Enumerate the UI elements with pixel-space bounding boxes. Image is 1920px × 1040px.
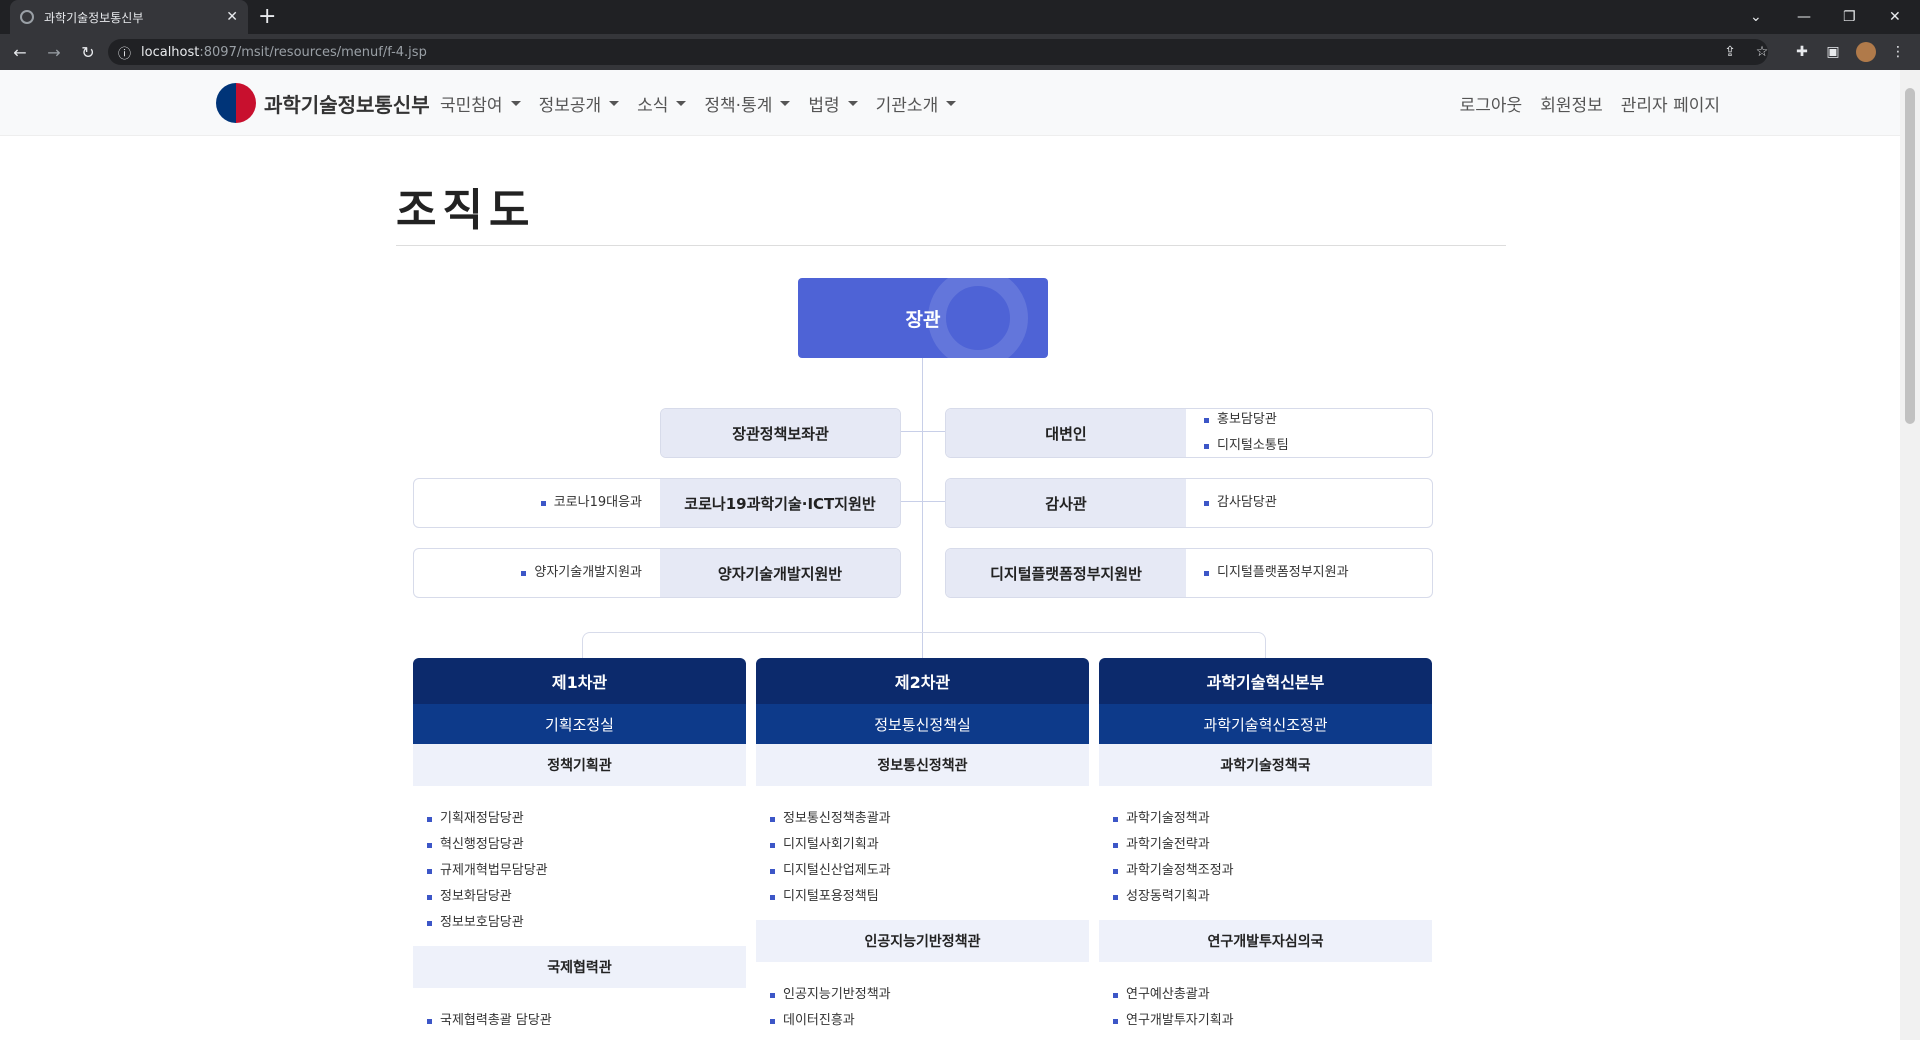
connector-line bbox=[900, 431, 945, 432]
division-item[interactable]: 과학기술전략과 bbox=[1113, 832, 1432, 858]
office-head[interactable]: 기획조정실 bbox=[413, 704, 746, 744]
division-item[interactable]: 국제협력총괄 담당관 bbox=[427, 1008, 746, 1034]
staff-unit[interactable]: 양자기술개발지원반 양자기술개발지원과 bbox=[413, 548, 901, 598]
division-item[interactable]: 정보보호담당관 bbox=[427, 910, 746, 936]
emblem-watermark-icon bbox=[928, 278, 1028, 358]
staff-unit[interactable]: 대변인 홍보담당관 디지털소통팀 bbox=[945, 408, 1433, 458]
office-head[interactable]: 정보통신정책실 bbox=[756, 704, 1089, 744]
staff-subunits: 홍보담당관 디지털소통팀 bbox=[1186, 409, 1432, 457]
division-list: 국제협력총괄 담당관 bbox=[413, 988, 746, 1040]
division-item[interactable]: 기획재정담당관 bbox=[427, 806, 746, 832]
connector-bracket bbox=[582, 632, 1266, 658]
vice-minister-head[interactable]: 과학기술혁신본부 bbox=[1099, 658, 1432, 704]
minister-box[interactable]: 장관 bbox=[798, 278, 1048, 358]
office-head[interactable]: 과학기술혁신조정관 bbox=[1099, 704, 1432, 744]
staff-subunits: 감사담당관 bbox=[1186, 479, 1432, 527]
division-list: 연구예산총괄과 연구개발투자기획과 bbox=[1099, 962, 1432, 1040]
division-list: 인공지능기반정책과 데이터진흥과 bbox=[756, 962, 1089, 1040]
division-item[interactable]: 디지털신산업제도과 bbox=[770, 858, 1089, 884]
bureau-head[interactable]: 정책기획관 bbox=[413, 744, 746, 786]
staff-unit-head: 대변인 bbox=[946, 409, 1186, 457]
connector-line bbox=[922, 358, 923, 658]
division-list: 과학기술정책과 과학기술전략과 과학기술정책조정과 성장동력기획과 bbox=[1099, 786, 1432, 920]
division-item[interactable]: 연구예산총괄과 bbox=[1113, 982, 1432, 1008]
vice-minister-head[interactable]: 제2차관 bbox=[756, 658, 1089, 704]
staff-unit-head: 감사관 bbox=[946, 479, 1186, 527]
division-item[interactable]: 과학기술정책조정과 bbox=[1113, 858, 1432, 884]
division-item[interactable]: 인공지능기반정책과 bbox=[770, 982, 1089, 1008]
connector-line bbox=[900, 501, 945, 502]
vice-minister-head[interactable]: 제1차관 bbox=[413, 658, 746, 704]
division-item[interactable]: 연구개발투자기획과 bbox=[1113, 1008, 1432, 1034]
division-list: 기획재정담당관 혁신행정담당관 규제개혁법무담당관 정보화담당관 정보보호담당관 bbox=[413, 786, 746, 946]
bureau-head[interactable]: 국제협력관 bbox=[413, 946, 746, 988]
subunit-item[interactable]: 홍보담당관 bbox=[1204, 409, 1414, 433]
division-item[interactable]: 데이터진흥과 bbox=[770, 1008, 1089, 1034]
vice-minister-column: 과학기술혁신본부 과학기술혁신조정관 과학기술정책국 과학기술정책과 과학기술전… bbox=[1099, 658, 1432, 1040]
minister-label: 장관 bbox=[905, 308, 941, 331]
bureau-head[interactable]: 정보통신정책관 bbox=[756, 744, 1089, 786]
division-item[interactable]: 디지털포용정책팀 bbox=[770, 884, 1089, 910]
division-list: 정보통신정책총괄과 디지털사회기획과 디지털신산업제도과 디지털포용정책팀 bbox=[756, 786, 1089, 920]
division-item[interactable]: 과학기술정책과 bbox=[1113, 806, 1432, 832]
division-item[interactable]: 규제개혁법무담당관 bbox=[427, 858, 746, 884]
division-item[interactable]: 정보통신정책총괄과 bbox=[770, 806, 1089, 832]
subunit-item[interactable]: 디지털플랫폼정부지원과 bbox=[1204, 560, 1414, 586]
subunit-item[interactable]: 코로나19대응과 bbox=[541, 490, 642, 516]
subunit-item[interactable]: 양자기술개발지원과 bbox=[521, 560, 642, 586]
staff-unit[interactable]: 장관정책보좌관 bbox=[660, 408, 901, 458]
staff-unit[interactable]: 감사관 감사담당관 bbox=[945, 478, 1433, 528]
staff-unit-head: 양자기술개발지원반 bbox=[660, 549, 900, 597]
division-item[interactable]: 성장동력기획과 bbox=[1113, 884, 1432, 910]
staff-subunits: 디지털플랫폼정부지원과 bbox=[1186, 549, 1432, 597]
vice-minister-column: 제1차관 기획조정실 정책기획관 기획재정담당관 혁신행정담당관 규제개혁법무담… bbox=[413, 658, 746, 1040]
staff-unit[interactable]: 디지털플랫폼정부지원반 디지털플랫폼정부지원과 bbox=[945, 548, 1433, 598]
division-item[interactable]: 혁신행정담당관 bbox=[427, 832, 746, 858]
staff-subunits: 양자기술개발지원과 bbox=[414, 549, 660, 597]
subunit-item[interactable]: 디지털소통팀 bbox=[1204, 433, 1414, 457]
vice-minister-column: 제2차관 정보통신정책실 정보통신정책관 정보통신정책총괄과 디지털사회기획과 … bbox=[756, 658, 1089, 1040]
division-item[interactable]: 정보화담당관 bbox=[427, 884, 746, 910]
division-item[interactable]: 디지털사회기획과 bbox=[770, 832, 1089, 858]
bureau-head[interactable]: 연구개발투자심의국 bbox=[1099, 920, 1432, 962]
staff-unit[interactable]: 코로나19과학기술·ICT지원반 코로나19대응과 bbox=[413, 478, 901, 528]
org-chart: 장관 장관정책보좌관 코로나19과학기술·ICT지원반 코로나19대응과 양자기… bbox=[0, 0, 1900, 1040]
staff-unit-head: 디지털플랫폼정부지원반 bbox=[946, 549, 1186, 597]
bureau-head[interactable]: 인공지능기반정책관 bbox=[756, 920, 1089, 962]
staff-subunits: 코로나19대응과 bbox=[414, 479, 660, 527]
staff-unit-head: 코로나19과학기술·ICT지원반 bbox=[660, 479, 900, 527]
bureau-head[interactable]: 과학기술정책국 bbox=[1099, 744, 1432, 786]
subunit-item[interactable]: 감사담당관 bbox=[1204, 490, 1414, 516]
scrollbar-thumb[interactable] bbox=[1905, 88, 1915, 424]
staff-unit-head: 장관정책보좌관 bbox=[661, 409, 900, 457]
